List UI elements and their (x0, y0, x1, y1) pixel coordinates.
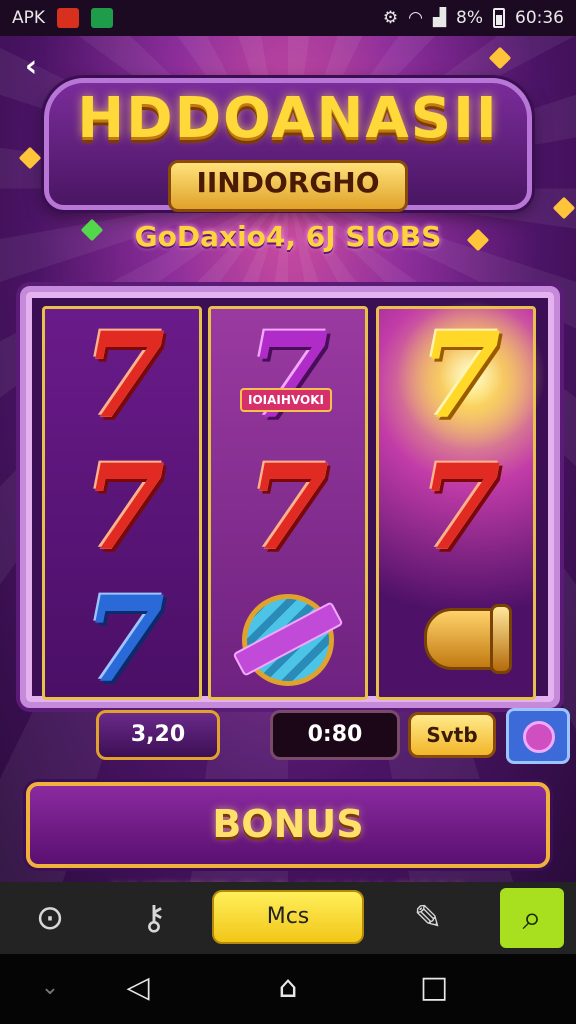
carrier-label: APK (12, 8, 46, 28)
signal-icon: ▟ (432, 8, 447, 28)
chevron-down-icon[interactable]: ⌄ (30, 968, 70, 1008)
game-subtitle: IINDORGHO (196, 166, 380, 199)
settings-icon: ⚙ (382, 8, 399, 28)
game-tagline: GoDaxio4, 6J SIOBS (134, 220, 442, 253)
notification-icon (57, 8, 80, 28)
search-icon[interactable]: ⌕ (500, 888, 564, 948)
favorite-button[interactable] (506, 708, 570, 764)
red-seven-symbol: 7 (246, 438, 330, 577)
back-arrow-icon[interactable]: ‹ (14, 50, 48, 84)
cannon-rim (490, 604, 512, 674)
bonus-button[interactable]: BONUS INTERRAKUNGH! (26, 782, 550, 922)
seven-banner: IOIAIHVOKI (240, 388, 332, 412)
key-icon[interactable]: ⚷ (128, 892, 180, 944)
nav-back-icon[interactable]: ◁ (118, 968, 158, 1008)
red-seven-symbol: 7 (418, 438, 502, 577)
main-action-button[interactable]: Mcs (212, 890, 364, 944)
nav-home-icon[interactable]: ⌂ (268, 968, 308, 1008)
battery-percent: 8% (456, 8, 483, 28)
app-icon (91, 8, 114, 28)
bottom-toolbar: ⊙ ⚷ Mcs ✎ ⌕ (0, 882, 576, 954)
spin-button[interactable]: Svtb (408, 712, 496, 758)
pen-icon[interactable]: ✎ (402, 892, 454, 944)
gold-seven-symbol: 7 (418, 306, 502, 445)
red-seven-symbol: 7 (82, 306, 166, 445)
clock: 60:36 (515, 8, 564, 28)
target-icon[interactable]: ⊙ (24, 892, 76, 944)
credit-display: 3,20 (96, 710, 220, 760)
bet-display: 0:80 (270, 710, 400, 760)
purple-seven-symbol: 7 (246, 306, 330, 445)
status-bar: APK ⚙ ◠ ▟ 8% 60:36 (0, 0, 576, 36)
heart-icon (523, 721, 555, 753)
nav-recents-icon[interactable]: □ (414, 968, 454, 1008)
red-seven-symbol: 7 (82, 438, 166, 577)
wifi-icon: ◠ (408, 8, 423, 28)
gold-cannon-symbol (404, 598, 514, 678)
game-title: HDDOANASII (77, 86, 499, 151)
battery-icon (493, 8, 505, 28)
blue-seven-symbol: 7 (82, 570, 166, 709)
system-nav-bar: ⌄ ◁ ⌂ □ (0, 954, 576, 1024)
